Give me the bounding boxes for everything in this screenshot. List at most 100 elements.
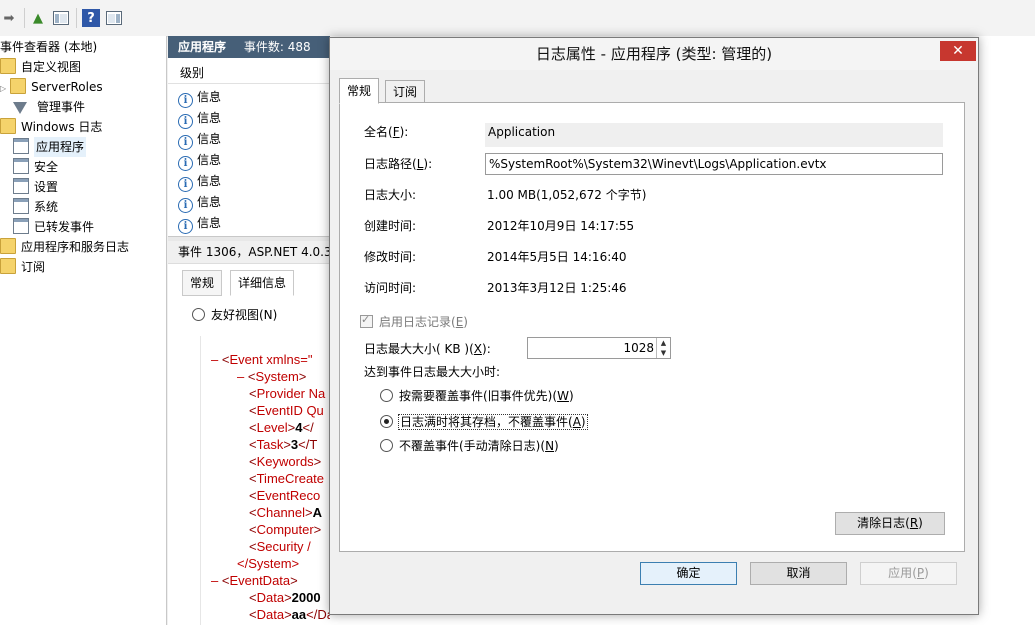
clear-log-button[interactable]: 清除日志(R) xyxy=(835,512,945,535)
tree-item-setup[interactable]: 设置 xyxy=(13,177,58,197)
log-path-label: 日志路径(L): xyxy=(364,157,433,171)
close-button[interactable]: ✕ xyxy=(940,41,976,61)
tree-item-custom-views[interactable]: 自定义视图 xyxy=(0,57,81,77)
log-properties-dialog: 日志属性 - 应用程序 (类型: 管理的) ✕ 常规 订阅 全名(F): App… xyxy=(329,37,979,615)
max-size-stepper[interactable]: 1028 ▲ ▼ xyxy=(527,337,671,359)
forward-arrow-icon[interactable]: ➡ xyxy=(0,9,18,27)
info-icon: i xyxy=(178,114,193,129)
log-icon xyxy=(13,198,29,214)
log-header: 应用程序 事件数: 488 xyxy=(168,36,330,58)
xml-line-eventdata: – <EventData> xyxy=(211,573,298,588)
event-row[interactable]: i 信息 xyxy=(178,129,221,150)
xml-line-system-close: </System> xyxy=(237,556,300,571)
toolbar: ➡ ▲ ? xyxy=(0,0,1035,37)
log-size-value: 1.00 MB(1,052,672 个字节) xyxy=(487,188,647,202)
folder-icon xyxy=(10,78,27,94)
tree-item-security[interactable]: 安全 xyxy=(13,157,58,177)
log-icon xyxy=(13,178,29,194)
enable-logging-checkbox[interactable]: 启用日志记录(E) xyxy=(360,313,468,330)
xml-line-eventid: <EventID Qu xyxy=(249,403,324,418)
dialog-title: 日志属性 - 应用程序 (类型: 管理的) xyxy=(330,38,978,70)
event-row[interactable]: i 信息 xyxy=(178,108,221,129)
accessed-value: 2013年3月12日 1:25:46 xyxy=(487,281,627,295)
xml-line-level: <Level>4</ xyxy=(249,420,314,435)
info-icon: i xyxy=(178,198,193,213)
radio-button[interactable] xyxy=(192,308,205,321)
event-row[interactable]: i 信息 xyxy=(178,213,221,234)
info-icon: i xyxy=(178,135,193,150)
ok-button[interactable]: 确定 xyxy=(640,562,737,585)
xml-line-security: <Security / xyxy=(249,539,311,554)
radio-button[interactable] xyxy=(380,439,393,452)
folder-icon xyxy=(0,258,16,274)
tree-item-app-services[interactable]: 应用程序和服务日志 xyxy=(0,237,129,257)
xml-line-provider: <Provider Na xyxy=(249,386,326,401)
general-panel: 全名(F): Application 日志路径(L): %SystemRoot%… xyxy=(339,102,965,552)
option-archive[interactable]: 日志满时将其存档，不覆盖事件(A) xyxy=(380,412,588,432)
tree-item-forwarded[interactable]: 已转发事件 xyxy=(13,217,94,237)
fullname-label: 全名(F): xyxy=(364,125,409,139)
tab-general[interactable]: 常规 xyxy=(339,78,380,104)
event-row[interactable]: i 信息 xyxy=(178,150,221,171)
help-icon[interactable]: ? xyxy=(82,9,100,27)
option-overwrite[interactable]: 按需要覆盖事件(旧事件优先)(W) xyxy=(380,386,574,406)
checkbox[interactable] xyxy=(360,313,373,328)
spin-down-icon[interactable]: ▼ xyxy=(656,348,670,358)
xml-line-computer: <Computer> xyxy=(249,522,322,537)
xml-line-system: – <System> xyxy=(237,369,307,384)
reach-max-label: 达到事件日志最大大小时: xyxy=(364,365,501,379)
tree-item-application[interactable]: 应用程序 xyxy=(13,137,87,157)
tree-item-admin-events[interactable]: 管理事件 xyxy=(13,97,85,117)
xml-view: – <Event xmlns=" – <System> <Provider Na… xyxy=(200,336,331,625)
fullname-field: Application xyxy=(485,123,943,147)
filter-icon xyxy=(13,102,27,114)
created-label: 创建时间: xyxy=(364,219,417,233)
xml-line-event: – <Event xmlns=" xyxy=(211,352,313,367)
tab-subscribe[interactable]: 订阅 xyxy=(385,80,426,104)
cancel-button[interactable]: 取消 xyxy=(750,562,847,585)
info-icon: i xyxy=(178,177,193,192)
folder-icon xyxy=(0,238,16,254)
folder-icon xyxy=(0,118,16,134)
log-icon xyxy=(13,138,29,154)
log-icon xyxy=(13,158,29,174)
folder-icon xyxy=(0,58,16,74)
xml-line-timecreated: <TimeCreate xyxy=(249,471,325,486)
event-row[interactable]: i 信息 xyxy=(178,87,221,108)
tab-details[interactable]: 详细信息 xyxy=(230,270,295,296)
created-value: 2012年10月9日 14:17:55 xyxy=(487,219,635,233)
log-icon xyxy=(13,218,29,234)
event-list-pane: 应用程序 事件数: 488 级别 i 信息 i 信息 i 信息 i 信息 i 信息 i 信息… xyxy=(168,36,331,625)
action-pane-icon[interactable] xyxy=(105,9,123,27)
event-row[interactable]: i 信息 xyxy=(178,192,221,213)
option-no-overwrite[interactable]: 不覆盖事件(手动清除日志)(N) xyxy=(380,436,559,456)
accessed-label: 访问时间: xyxy=(364,281,417,295)
info-icon: i xyxy=(178,93,193,108)
console-tree: 事件查看器 (本地) 自定义视图 ▷ ServerRoles 管理事件 Windo… xyxy=(0,36,167,625)
import-log-icon[interactable]: ▲ xyxy=(29,9,47,27)
chevron-right-icon[interactable]: ▷ xyxy=(0,84,6,93)
tree-item-windows-logs[interactable]: Windows 日志 xyxy=(0,117,102,137)
spin-up-icon[interactable]: ▲ xyxy=(656,338,670,348)
console-tree-icon[interactable] xyxy=(52,9,70,27)
toolbar-separator xyxy=(24,8,25,28)
xml-line-data2: <Data>aa</Data> xyxy=(249,607,331,622)
column-header-level[interactable]: 级别 xyxy=(168,62,330,84)
radio-button[interactable] xyxy=(380,389,393,402)
friendly-view-radio[interactable]: 友好视图(N) xyxy=(192,306,277,323)
tree-item-subscriptions[interactable]: 订阅 xyxy=(0,257,45,277)
event-row[interactable]: i 信息 xyxy=(178,171,221,192)
toolbar-separator xyxy=(76,8,77,28)
xml-line-channel: <Channel>A xyxy=(249,505,323,520)
log-path-input[interactable]: %SystemRoot%\System32\Winevt\Logs\Applic… xyxy=(485,153,943,175)
log-size-label: 日志大小: xyxy=(364,188,417,202)
apply-button[interactable]: 应用(P) xyxy=(860,562,957,585)
xml-line-task: <Task>3</T xyxy=(249,437,318,452)
tab-general[interactable]: 常规 xyxy=(182,270,223,296)
info-icon: i xyxy=(178,219,193,234)
radio-button[interactable] xyxy=(380,415,393,428)
xml-line-data1: <Data>2000 xyxy=(249,590,321,605)
xml-line-eventrecord: <EventReco xyxy=(249,488,321,503)
tree-item-system[interactable]: 系统 xyxy=(13,197,58,217)
tree-item-server-roles[interactable]: ▷ ServerRoles xyxy=(0,77,103,97)
